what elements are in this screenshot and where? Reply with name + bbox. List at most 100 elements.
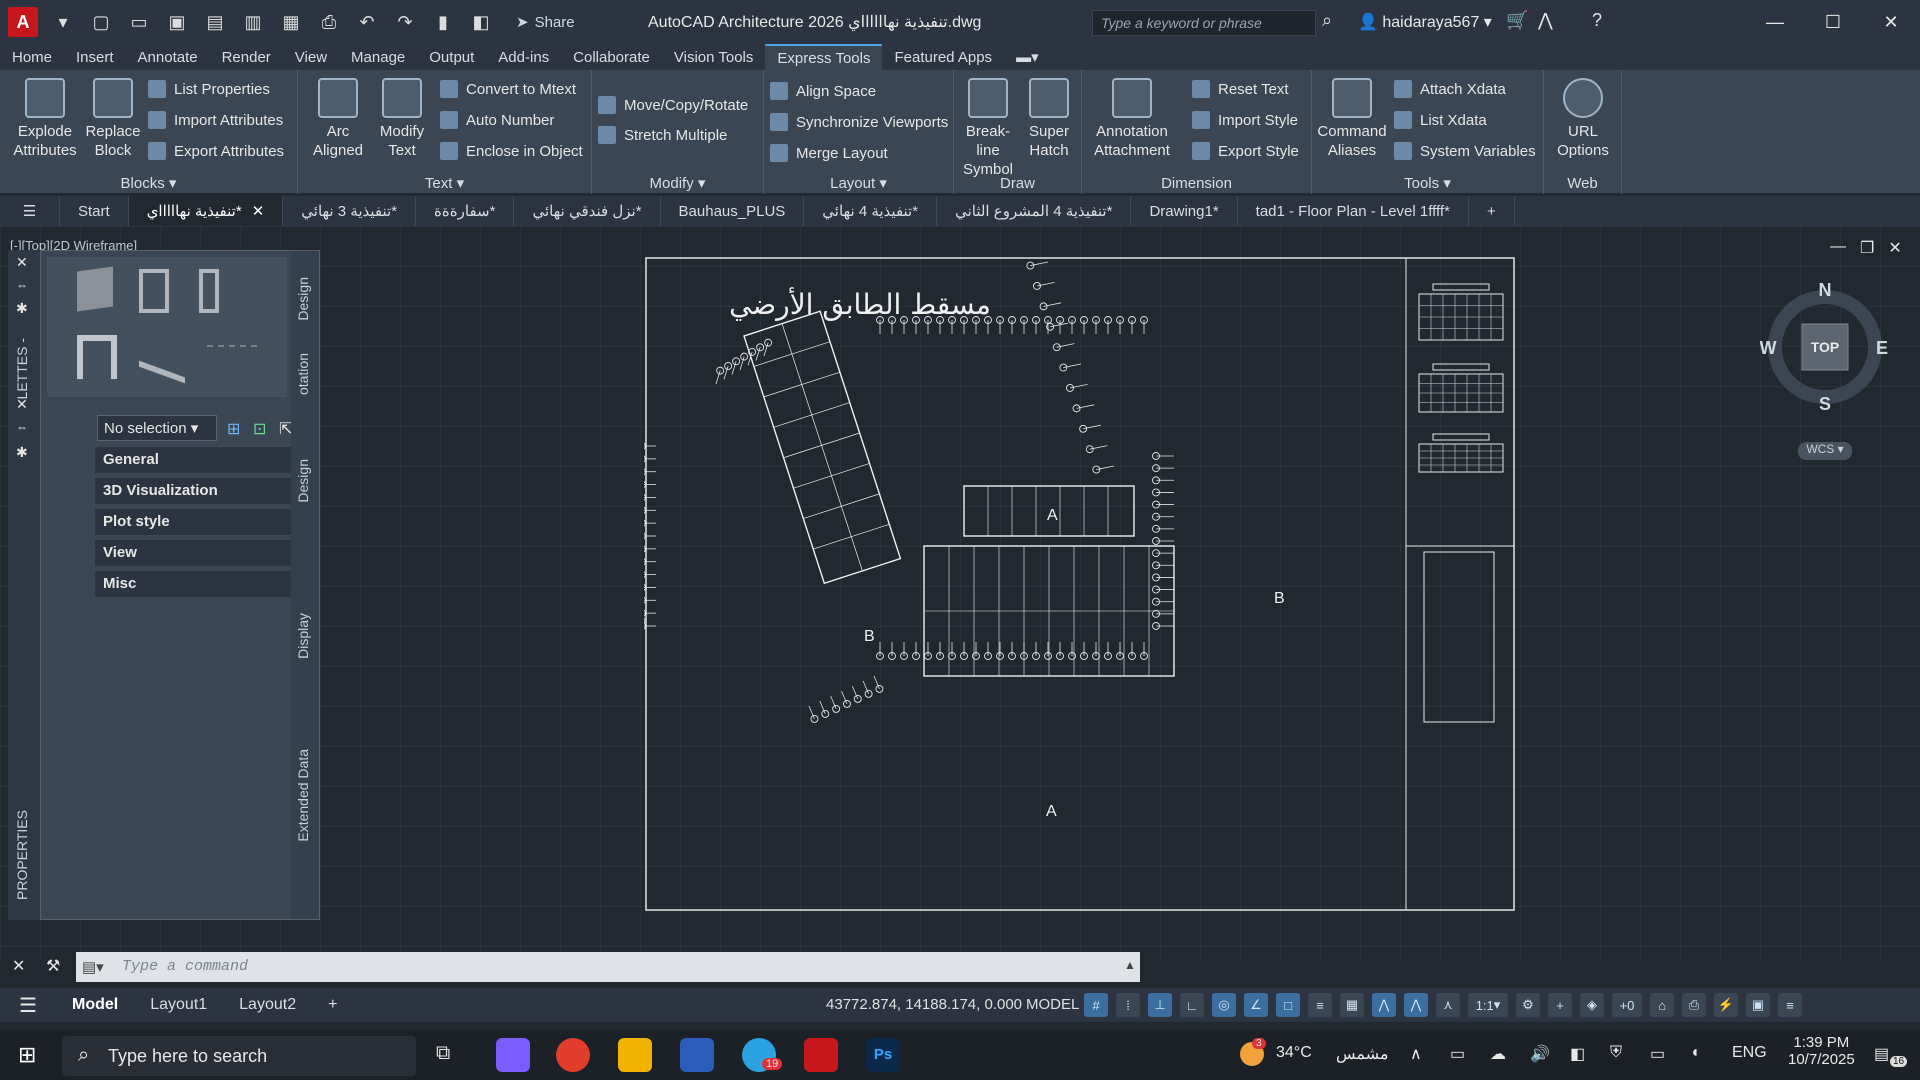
- section-plot-style[interactable]: Plot style◂: [95, 509, 311, 535]
- search-input[interactable]: Type a keyword or phrase: [1092, 10, 1316, 36]
- save-web-icon[interactable]: ▦: [278, 9, 304, 35]
- osnap-icon[interactable]: □: [1276, 993, 1300, 1017]
- document-tab[interactable]: نزل فندقي نهائي*: [514, 196, 661, 226]
- dropdown-arrow-icon[interactable]: ▾: [50, 9, 76, 35]
- lineweight-icon[interactable]: ≡: [1308, 993, 1332, 1017]
- tab-display[interactable]: Display: [295, 613, 311, 659]
- object-display-icon[interactable]: ⌂: [1650, 993, 1674, 1017]
- ortho-icon[interactable]: ∟: [1180, 993, 1204, 1017]
- elevation-offset[interactable]: +0: [1612, 993, 1642, 1017]
- new-file-icon[interactable]: ▢: [88, 9, 114, 35]
- save-as-icon[interactable]: ▤: [202, 9, 228, 35]
- window-tool-icon[interactable]: [199, 269, 219, 313]
- document-tab[interactable]: Bauhaus_PLUS: [661, 196, 805, 226]
- tray-network-icon[interactable]: ◖: [1690, 1044, 1700, 1062]
- modify-text-button[interactable]: Modify Text: [370, 78, 434, 160]
- command-customize-icon[interactable]: ⚒: [46, 956, 60, 976]
- command-close-icon[interactable]: ✕: [12, 956, 25, 976]
- autoscale-icon[interactable]: ⋀: [1404, 993, 1428, 1017]
- command-expand-icon[interactable]: ▲: [1124, 958, 1136, 972]
- grid-icon[interactable]: #: [1084, 993, 1108, 1017]
- polar-icon[interactable]: ◎: [1212, 993, 1236, 1017]
- properties-autohide-icon[interactable]: ⇔: [16, 420, 28, 434]
- auto-number-button[interactable]: Auto Number: [440, 111, 554, 129]
- super-hatch-button[interactable]: Super Hatch: [1018, 78, 1080, 160]
- weather-text[interactable]: مشمس: [1336, 1044, 1389, 1064]
- task-view-icon[interactable]: ⧉: [436, 1042, 450, 1065]
- menu-tab-output[interactable]: Output: [417, 44, 486, 70]
- palette-autohide-icon[interactable]: ⇔: [16, 278, 28, 292]
- menu-tab-insert[interactable]: Insert: [64, 44, 126, 70]
- export-attributes-button[interactable]: Export Attributes: [148, 142, 284, 160]
- plot-icon[interactable]: ⎙: [316, 9, 342, 35]
- list-properties-button[interactable]: List Properties: [148, 80, 270, 98]
- stair-tool-icon[interactable]: [139, 330, 185, 384]
- chrome-app-icon[interactable]: [556, 1038, 590, 1072]
- share-button[interactable]: ➤ Share: [516, 13, 575, 32]
- compass-east[interactable]: E: [1876, 338, 1888, 358]
- autocad-logo[interactable]: A: [8, 7, 38, 37]
- add-layout-icon[interactable]: +: [312, 996, 353, 1014]
- tray-device-icon[interactable]: ▭: [1450, 1044, 1465, 1064]
- document-tab[interactable]: Drawing1*: [1131, 196, 1238, 226]
- tray-security-icon[interactable]: ⛨: [1610, 1044, 1622, 1062]
- undo-icon[interactable]: ↶: [354, 9, 380, 35]
- layer-icon[interactable]: ◧: [468, 9, 494, 35]
- add-to-selection-icon[interactable]: ⊞: [227, 419, 240, 439]
- railing-tool-icon[interactable]: [207, 345, 257, 365]
- menu-tab-manage[interactable]: Manage: [339, 44, 417, 70]
- file-explorer-icon[interactable]: [618, 1038, 652, 1072]
- infer-constraints-icon[interactable]: ⊥: [1148, 993, 1172, 1017]
- redo-icon[interactable]: ↷: [392, 9, 418, 35]
- tray-battery-icon[interactable]: ▭: [1650, 1044, 1665, 1064]
- section-3d-visualization[interactable]: 3D Visualization◂: [95, 478, 311, 504]
- annotation-attachment-button[interactable]: Annotation Attachment: [1086, 78, 1178, 160]
- export-style-button[interactable]: Export Style: [1192, 142, 1299, 160]
- search-icon[interactable]: ⌕: [1322, 10, 1332, 31]
- text-panel-label[interactable]: Text ▾: [298, 174, 591, 192]
- transparency-icon[interactable]: ▦: [1340, 993, 1364, 1017]
- tools-panel-label[interactable]: Tools ▾: [1312, 174, 1543, 192]
- section-general[interactable]: General◂: [95, 447, 311, 473]
- properties-close-icon[interactable]: ✕: [16, 396, 28, 413]
- help-icon[interactable]: ?: [1592, 10, 1602, 31]
- quick-select-icon[interactable]: ⊡: [253, 419, 266, 439]
- clock[interactable]: 1:39 PM 10/7/2025: [1788, 1034, 1855, 1068]
- system-variables-button[interactable]: System Variables: [1394, 142, 1536, 160]
- open-folder-icon[interactable]: ▭: [126, 9, 152, 35]
- compass-south[interactable]: S: [1819, 394, 1831, 412]
- open-web-icon[interactable]: ▥: [240, 9, 266, 35]
- autocad-app-icon[interactable]: [804, 1038, 838, 1072]
- notifications-icon[interactable]: ▤: [1874, 1044, 1889, 1064]
- viewcube-compass[interactable]: TOP N S E W: [1760, 282, 1890, 412]
- document-tab[interactable]: Start: [60, 196, 129, 226]
- modify-panel-label[interactable]: Modify ▾: [592, 174, 763, 192]
- floor-plan-drawing[interactable]: مسقط الطابق الأرضي A B B A: [644, 256, 1516, 912]
- customize-status-icon[interactable]: ≡: [1778, 993, 1802, 1017]
- autodesk-app-icon[interactable]: ⋀: [1538, 10, 1553, 31]
- url-options-button[interactable]: URL Options: [1550, 78, 1616, 160]
- blocks-panel-label[interactable]: Blocks ▾: [0, 174, 297, 192]
- compass-west[interactable]: W: [1760, 338, 1777, 358]
- section-view[interactable]: View◂: [95, 540, 311, 566]
- wcs-menu[interactable]: WCS ▾: [1798, 442, 1852, 460]
- wall-tool-icon[interactable]: [77, 266, 113, 312]
- user-account[interactable]: 👤 haidaraya567 ▾: [1358, 12, 1492, 32]
- break-line-button[interactable]: Break-line Symbol: [956, 78, 1020, 179]
- tray-expand-icon[interactable]: ∧: [1410, 1044, 1422, 1064]
- temperature[interactable]: 34°C: [1276, 1044, 1312, 1062]
- viewport-close-icon[interactable]: ✕: [1888, 238, 1901, 258]
- document-tab[interactable]: تنفيذية 3 نهائي*: [283, 196, 417, 226]
- section-misc[interactable]: Misc◂: [95, 571, 311, 597]
- menu-tab-home[interactable]: Home: [0, 44, 64, 70]
- viewport-restore-icon[interactable]: ❐: [1860, 238, 1874, 258]
- workspace-gear-icon[interactable]: ⚙: [1516, 993, 1540, 1017]
- opening-tool-icon[interactable]: [77, 335, 117, 379]
- photoshop-app-icon[interactable]: Ps: [866, 1038, 900, 1072]
- door-tool-icon[interactable]: [139, 269, 169, 313]
- clean-screen-icon[interactable]: ▣: [1746, 993, 1770, 1017]
- snap-icon[interactable]: ⁞: [1116, 993, 1140, 1017]
- selection-dropdown[interactable]: No selection ▾: [97, 415, 217, 441]
- document-tab[interactable]: تنفيذية 4 نهائي*: [804, 196, 938, 226]
- palette-settings-icon[interactable]: ✱: [16, 300, 28, 317]
